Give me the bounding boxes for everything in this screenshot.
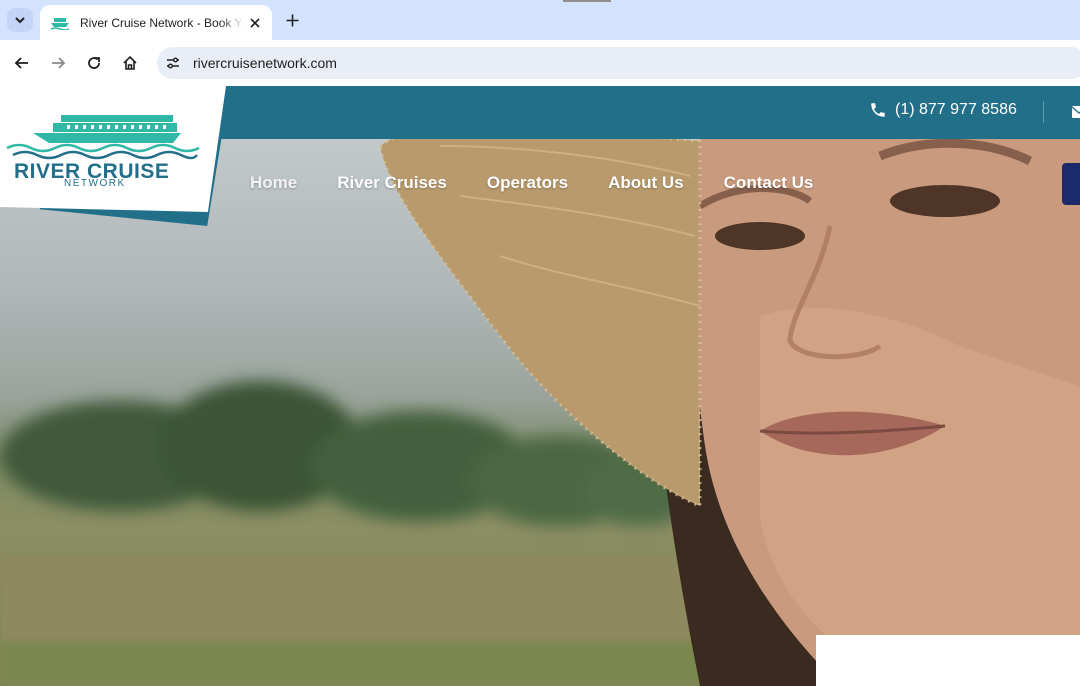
address-bar[interactable]: rivercruisenetwork.com (157, 47, 1080, 79)
phone-icon (871, 103, 885, 117)
forward-button[interactable] (46, 51, 70, 75)
topbar-divider (1043, 101, 1044, 123)
arrow-left-icon (14, 57, 28, 69)
nav-home[interactable]: Home (250, 173, 297, 193)
window-drag-indicator (563, 0, 611, 2)
reload-button[interactable] (82, 51, 106, 75)
back-button[interactable] (10, 51, 34, 75)
web-page: (1) 877 977 8586 RIVER CRUISE NETWORK Ho… (0, 86, 1080, 686)
phone-number: (1) 877 977 8586 (895, 101, 1017, 118)
header-cta-button[interactable] (1062, 163, 1080, 205)
cruise-ship-icon (6, 115, 200, 160)
browser-tabstrip: River Cruise Network - Book Your River C… (0, 0, 1080, 40)
home-button[interactable] (118, 51, 142, 75)
tune-icon (167, 57, 179, 69)
chevron-down-icon (15, 17, 25, 24)
reload-icon (88, 57, 100, 69)
browser-toolbar: rivercruisenetwork.com (0, 40, 1080, 86)
tab-title: River Cruise Network - Book Your River C… (80, 15, 244, 30)
tab-search-button[interactable] (7, 8, 33, 32)
nav-river-cruises[interactable]: River Cruises (337, 173, 447, 193)
ship-favicon-icon (50, 17, 70, 30)
logo-subtitle: NETWORK (64, 178, 126, 189)
arrow-right-icon (52, 57, 66, 69)
content-panel-edge (816, 635, 1080, 686)
close-tab-icon[interactable] (246, 14, 264, 32)
nav-operators[interactable]: Operators (487, 173, 568, 193)
site-info-button[interactable] (161, 51, 185, 75)
main-navigation: Home River Cruises Operators About Us Co… (250, 173, 853, 193)
plus-icon (286, 14, 298, 26)
nav-about-us[interactable]: About Us (608, 173, 684, 193)
new-tab-button[interactable] (281, 9, 303, 31)
mail-icon[interactable] (1072, 106, 1080, 118)
browser-tab-active[interactable]: River Cruise Network - Book Your River C… (40, 5, 272, 40)
url-text[interactable]: rivercruisenetwork.com (193, 55, 337, 71)
site-logo[interactable]: RIVER CRUISE NETWORK (0, 86, 226, 212)
home-icon (123, 55, 137, 70)
phone-link[interactable]: (1) 877 977 8586 (869, 101, 1017, 119)
nav-contact-us[interactable]: Contact Us (724, 173, 814, 193)
